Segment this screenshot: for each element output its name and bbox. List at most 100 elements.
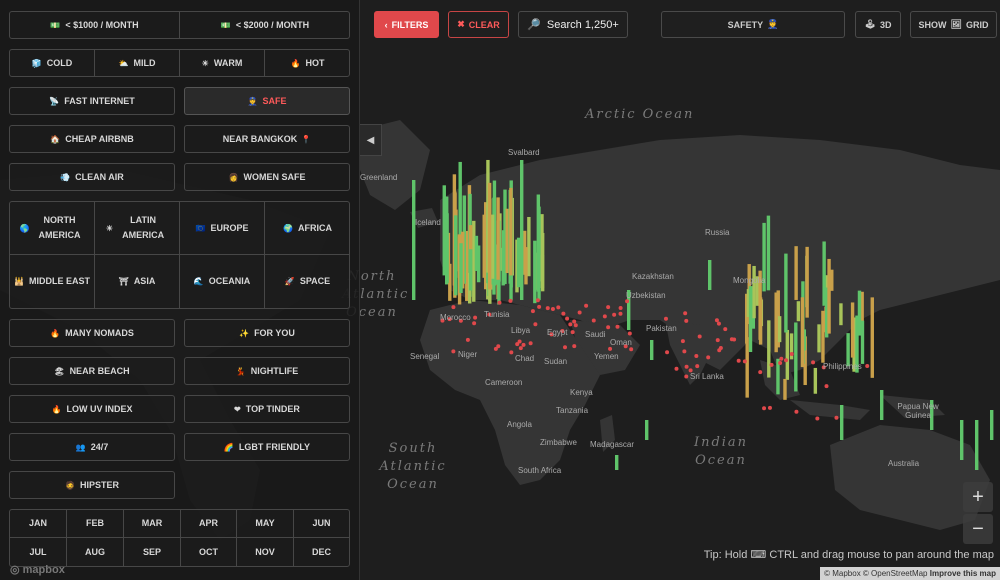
city-dot[interactable]	[561, 311, 566, 316]
city-dot[interactable]	[451, 305, 456, 310]
city-dot[interactable]	[715, 338, 720, 343]
city-dot[interactable]	[682, 349, 687, 354]
city-spike[interactable]	[454, 215, 458, 296]
city-dot[interactable]	[684, 374, 689, 379]
city-dot[interactable]	[824, 384, 829, 389]
city-spike[interactable]	[766, 215, 771, 291]
city-dot[interactable]	[573, 323, 578, 328]
filter-mild[interactable]: ⛅ MILD	[95, 50, 180, 76]
city-spike[interactable]	[975, 420, 979, 470]
city-dot[interactable]	[533, 322, 538, 327]
city-spike[interactable]	[745, 337, 749, 398]
filter-month-feb[interactable]: FEB	[67, 510, 124, 538]
city-dot[interactable]	[732, 337, 737, 342]
city-dot[interactable]	[606, 305, 611, 310]
filters-button[interactable]: ‹ FILTERS	[374, 11, 439, 38]
city-dot[interactable]	[811, 360, 816, 365]
city-dot[interactable]	[565, 316, 570, 321]
zoom-in-button[interactable]: +	[963, 482, 993, 512]
city-spike[interactable]	[524, 247, 528, 285]
filter-asia[interactable]: ⛩ ASIA	[95, 255, 180, 308]
city-dot[interactable]	[694, 354, 699, 359]
filter-middle-east[interactable]: 🕌 MIDDLE EAST	[10, 255, 95, 308]
city-dot[interactable]	[714, 318, 719, 323]
city-dot[interactable]	[762, 406, 767, 411]
city-dot[interactable]	[572, 319, 577, 324]
city-spike[interactable]	[445, 213, 449, 283]
city-spike[interactable]	[748, 286, 753, 353]
city-spike[interactable]	[767, 320, 771, 378]
filter-nightlife[interactable]: 💃 NIGHTLIFE	[184, 357, 350, 385]
map-attribution[interactable]: © Mapbox © OpenStreetMap Improve this ma…	[820, 567, 1000, 580]
city-dot[interactable]	[758, 370, 763, 375]
city-dot[interactable]	[509, 350, 514, 355]
city-spike[interactable]	[796, 301, 801, 322]
city-spike[interactable]	[839, 303, 843, 326]
toggle-3d-button[interactable]: 🕹 3D	[855, 11, 901, 38]
filter-near-beach[interactable]: 🏖 NEAR BEACH	[9, 357, 175, 385]
city-dot[interactable]	[530, 309, 535, 314]
filter-month-dec[interactable]: DEC	[294, 538, 349, 566]
city-dot[interactable]	[568, 322, 573, 327]
city-spike[interactable]	[860, 320, 865, 364]
city-spike[interactable]	[509, 187, 513, 276]
city-spike[interactable]	[540, 232, 545, 292]
filter-month-may[interactable]: MAY	[237, 510, 294, 538]
filter-cold[interactable]: 🧊 COLD	[10, 50, 95, 76]
city-spike[interactable]	[783, 378, 787, 400]
city-spike[interactable]	[794, 322, 798, 392]
city-dot[interactable]	[602, 314, 607, 319]
filter-fast-internet[interactable]: 📡 FAST INTERNET	[9, 87, 175, 115]
filter-month-jul[interactable]: JUL	[10, 538, 67, 566]
city-dot[interactable]	[472, 321, 477, 326]
filter-month-apr[interactable]: APR	[181, 510, 237, 538]
city-dot[interactable]	[815, 416, 820, 421]
city-spike[interactable]	[880, 390, 884, 420]
filter-low-uv-index[interactable]: 🔥 LOW UV INDEX	[9, 395, 175, 423]
city-dot[interactable]	[584, 303, 589, 308]
city-spike[interactable]	[708, 260, 712, 290]
filter-24-7[interactable]: 👥 24/7	[9, 433, 175, 461]
city-dot[interactable]	[865, 364, 870, 369]
city-dot[interactable]	[680, 339, 685, 344]
city-spike[interactable]	[474, 235, 479, 271]
city-dot[interactable]	[535, 298, 540, 303]
filter-month-jun[interactable]: JUN	[294, 510, 349, 538]
city-dot[interactable]	[556, 305, 561, 310]
city-spike[interactable]	[650, 340, 654, 360]
city-spike[interactable]	[482, 214, 486, 278]
city-spike[interactable]	[536, 194, 541, 292]
city-spike[interactable]	[527, 216, 531, 277]
city-dot[interactable]	[515, 342, 520, 347]
filter-north-america[interactable]: 🌎 NORTH AMERICA	[10, 202, 95, 255]
city-spike[interactable]	[412, 180, 416, 300]
city-dot[interactable]	[779, 356, 784, 361]
city-spike[interactable]	[813, 367, 818, 394]
city-spike[interactable]	[496, 220, 500, 280]
city-dot[interactable]	[618, 306, 623, 311]
sort-safety-button[interactable]: SAFETY 👮	[661, 11, 845, 38]
filter-space[interactable]: 🚀 SPACE	[265, 255, 350, 308]
clear-button[interactable]: ✖ CLEAR	[448, 11, 509, 38]
city-spike[interactable]	[490, 214, 495, 279]
city-spike[interactable]	[520, 160, 524, 300]
search-input[interactable]: 🔎 Search 1,250+	[518, 11, 628, 38]
city-dot[interactable]	[723, 327, 728, 332]
city-dot[interactable]	[545, 306, 550, 311]
city-dot[interactable]	[706, 355, 711, 360]
city-spike[interactable]	[469, 249, 473, 291]
city-spike[interactable]	[487, 182, 492, 290]
city-dot[interactable]	[736, 358, 741, 363]
city-dot[interactable]	[627, 331, 632, 336]
city-dot[interactable]	[612, 312, 617, 317]
city-dot[interactable]	[537, 304, 542, 309]
city-dot[interactable]	[663, 316, 668, 321]
city-dot[interactable]	[769, 362, 774, 367]
filter-lgbt-friendly[interactable]: 🌈 LGBT FRIENDLY	[184, 433, 350, 461]
city-spike[interactable]	[752, 265, 756, 319]
city-dot[interactable]	[794, 409, 799, 414]
filter-hot[interactable]: 🔥 HOT	[265, 50, 350, 76]
city-spike[interactable]	[840, 405, 844, 440]
filter-europe[interactable]: 🇪🇺 EUROPE	[180, 202, 265, 255]
filter-cheap-airbnb[interactable]: 🏠 CHEAP AIRBNB	[9, 125, 175, 153]
